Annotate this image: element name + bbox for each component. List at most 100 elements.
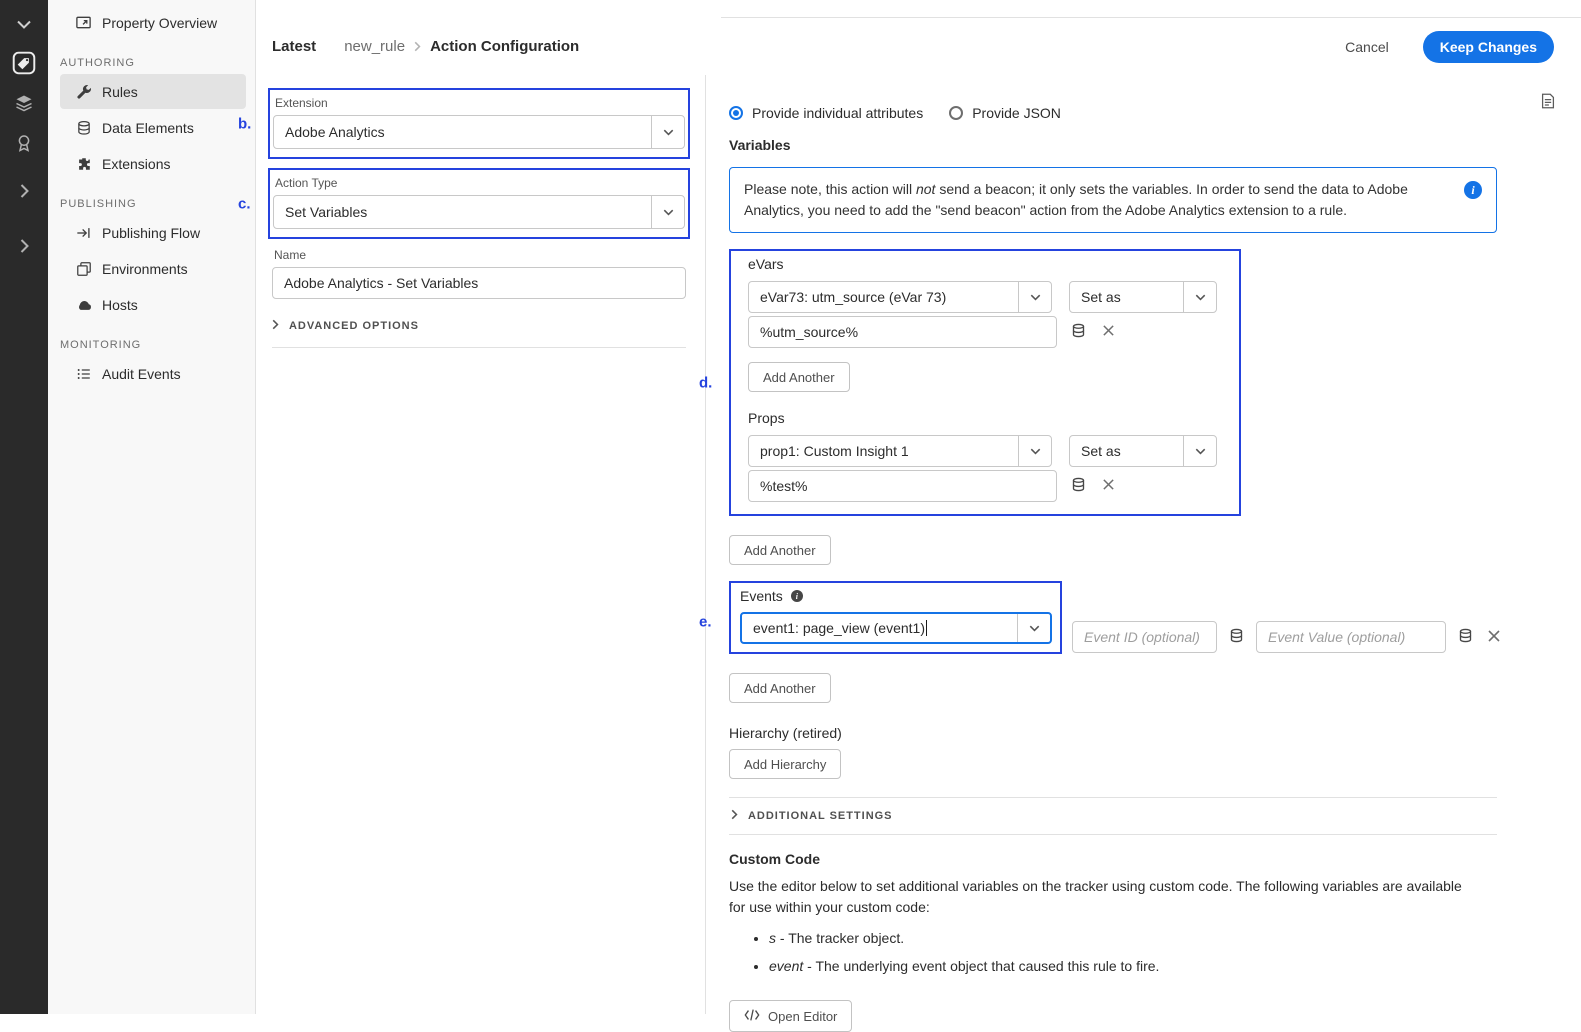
property-overview-icon: [75, 14, 92, 31]
breadcrumb-latest[interactable]: Latest: [272, 38, 316, 55]
radio-selected-icon: [729, 106, 743, 120]
attribute-mode-radios: Provide individual attributes Provide JS…: [729, 105, 1497, 121]
radio-label: Provide individual attributes: [752, 105, 924, 121]
close-icon: [1487, 629, 1501, 646]
stacked-windows-icon: [75, 260, 92, 277]
wrench-icon: [75, 83, 92, 100]
sidebar-item-extensions[interactable]: Extensions: [60, 146, 246, 181]
sidebar-item-environments[interactable]: Environments: [60, 251, 246, 286]
prop-remove-button[interactable]: [1100, 476, 1117, 496]
rail-layers-button[interactable]: [0, 84, 48, 124]
annotation-letter-d: d.: [699, 374, 713, 391]
additional-settings-toggle[interactable]: ADDITIONAL SETTINGS: [729, 797, 1497, 835]
event-remove-button[interactable]: [1485, 627, 1503, 648]
prop-variable-select[interactable]: prop1: Custom Insight 1: [748, 435, 1052, 467]
sidebar-item-label: Hosts: [102, 296, 138, 313]
sidebar-item-property-overview[interactable]: Property Overview: [60, 5, 246, 40]
prop-data-element-button[interactable]: [1069, 475, 1088, 497]
event-value-input[interactable]: [1256, 621, 1446, 653]
sidebar-section-monitoring: MONITORING: [60, 339, 142, 351]
sidebar-item-audit-events[interactable]: Audit Events: [60, 356, 246, 391]
chevron-down-icon: [1018, 436, 1051, 466]
notes-icon: [1539, 93, 1557, 113]
evar-remove-button[interactable]: [1100, 322, 1117, 342]
props-title: Props: [748, 410, 785, 426]
name-input[interactable]: [272, 267, 686, 299]
annotation-letter-e: e.: [699, 613, 712, 631]
event-value-data-element-button[interactable]: [1456, 626, 1475, 648]
add-hierarchy-button[interactable]: Add Hierarchy: [729, 749, 842, 779]
advanced-options-label: ADVANCED OPTIONS: [289, 320, 419, 332]
cancel-button[interactable]: Cancel: [1337, 33, 1397, 61]
chevron-down-icon: [1183, 282, 1216, 312]
chevron-down-icon: [1183, 436, 1216, 466]
event-id-data-element-button[interactable]: [1227, 626, 1246, 648]
page-title: Action Configuration: [430, 38, 580, 55]
radio-label: Provide JSON: [972, 105, 1061, 121]
action-type-select-value: Set Variables: [285, 204, 368, 220]
rail-badge-button[interactable]: [0, 124, 48, 164]
chevron-down-icon: [1018, 282, 1051, 312]
data-element-icon: [1229, 628, 1244, 646]
page-header: Latest new_rule Action Configuration Can…: [256, 18, 1581, 75]
puzzle-icon: [75, 155, 92, 172]
evars-add-another-button[interactable]: Add Another: [748, 362, 850, 392]
events-add-another-button[interactable]: Add Another: [729, 673, 831, 703]
keep-changes-button[interactable]: Keep Changes: [1422, 30, 1554, 63]
sidebar-item-publishing-flow[interactable]: Publishing Flow: [60, 215, 246, 250]
evar-variable-value: eVar73: utm_source (eVar 73): [760, 289, 947, 305]
sidebar-item-label: Data Elements: [102, 119, 194, 136]
advanced-options-toggle[interactable]: ADVANCED OPTIONS: [272, 317, 686, 348]
extension-select[interactable]: Adobe Analytics: [273, 115, 685, 149]
rail-expand-button-1[interactable]: [0, 172, 48, 212]
breadcrumb-rule-name[interactable]: new_rule: [344, 38, 405, 55]
info-icon[interactable]: i: [1464, 181, 1482, 199]
chevron-right-icon: [20, 238, 29, 256]
sidebar-section-publishing: PUBLISHING: [60, 198, 137, 210]
events-title-row: Events i: [740, 588, 1050, 604]
close-icon: [1102, 478, 1115, 494]
info-icon[interactable]: i: [790, 590, 803, 602]
props-add-another-button[interactable]: Add Another: [729, 535, 831, 565]
database-icon: [75, 119, 92, 136]
rail-expand-button-2[interactable]: [0, 227, 48, 267]
action-form-column: b. Extension Adobe Analytics c. Action T…: [238, 75, 705, 1014]
prop-variable-value: prop1: Custom Insight 1: [760, 443, 909, 459]
sidebar-item-rules[interactable]: Rules: [60, 74, 246, 109]
prop-value-input[interactable]: [748, 470, 1057, 502]
data-collection-tags-icon: [11, 50, 37, 79]
evar-data-element-button[interactable]: [1069, 321, 1088, 343]
variables-title: Variables: [729, 137, 791, 153]
evar-mode-select[interactable]: Set as: [1069, 281, 1217, 313]
data-element-icon: [1458, 628, 1473, 646]
sidebar-item-data-elements[interactable]: Data Elements: [60, 110, 246, 145]
action-editor-column: Provide individual attributes Provide JS…: [699, 75, 1581, 1032]
action-type-label: Action Type: [275, 176, 338, 190]
sidebar: Property Overview AUTHORING Rules Data E…: [48, 0, 256, 1014]
open-editor-button[interactable]: Open Editor: [729, 1000, 853, 1032]
sidebar-item-label: Environments: [102, 260, 188, 277]
sidebar-item-hosts[interactable]: Hosts: [60, 287, 246, 322]
product-rail: [0, 0, 48, 1014]
custom-code-description: Use the editor below to set additional v…: [729, 878, 1462, 915]
rail-data-collection-button[interactable]: [0, 44, 48, 84]
flow-arrow-icon: [75, 224, 92, 241]
notes-panel-button[interactable]: [1539, 92, 1557, 113]
event-variable-select[interactable]: event1: page_view (event1): [740, 612, 1052, 644]
evar-value-input[interactable]: [748, 316, 1057, 348]
action-type-select[interactable]: Set Variables: [273, 195, 685, 229]
rail-collapse-button[interactable]: [0, 4, 48, 44]
chevron-down-icon: [651, 196, 684, 228]
event-id-input[interactable]: [1072, 621, 1217, 653]
prop-mode-select[interactable]: Set as: [1069, 435, 1217, 467]
hierarchy-title: Hierarchy (retired): [729, 725, 842, 741]
evar-variable-select[interactable]: eVar73: utm_source (eVar 73): [748, 281, 1052, 313]
extension-select-value: Adobe Analytics: [285, 124, 385, 140]
radio-provide-json[interactable]: Provide JSON: [949, 105, 1061, 121]
radio-unselected-icon: [949, 106, 964, 120]
chevron-right-icon: [414, 41, 421, 52]
radio-provide-individual[interactable]: Provide individual attributes: [729, 105, 923, 121]
chevron-right-icon: [272, 319, 279, 333]
custom-code-variables-list: s - The tracker object. event - The unde…: [729, 928, 1497, 977]
header-actions: Cancel Keep Changes: [1337, 30, 1554, 63]
